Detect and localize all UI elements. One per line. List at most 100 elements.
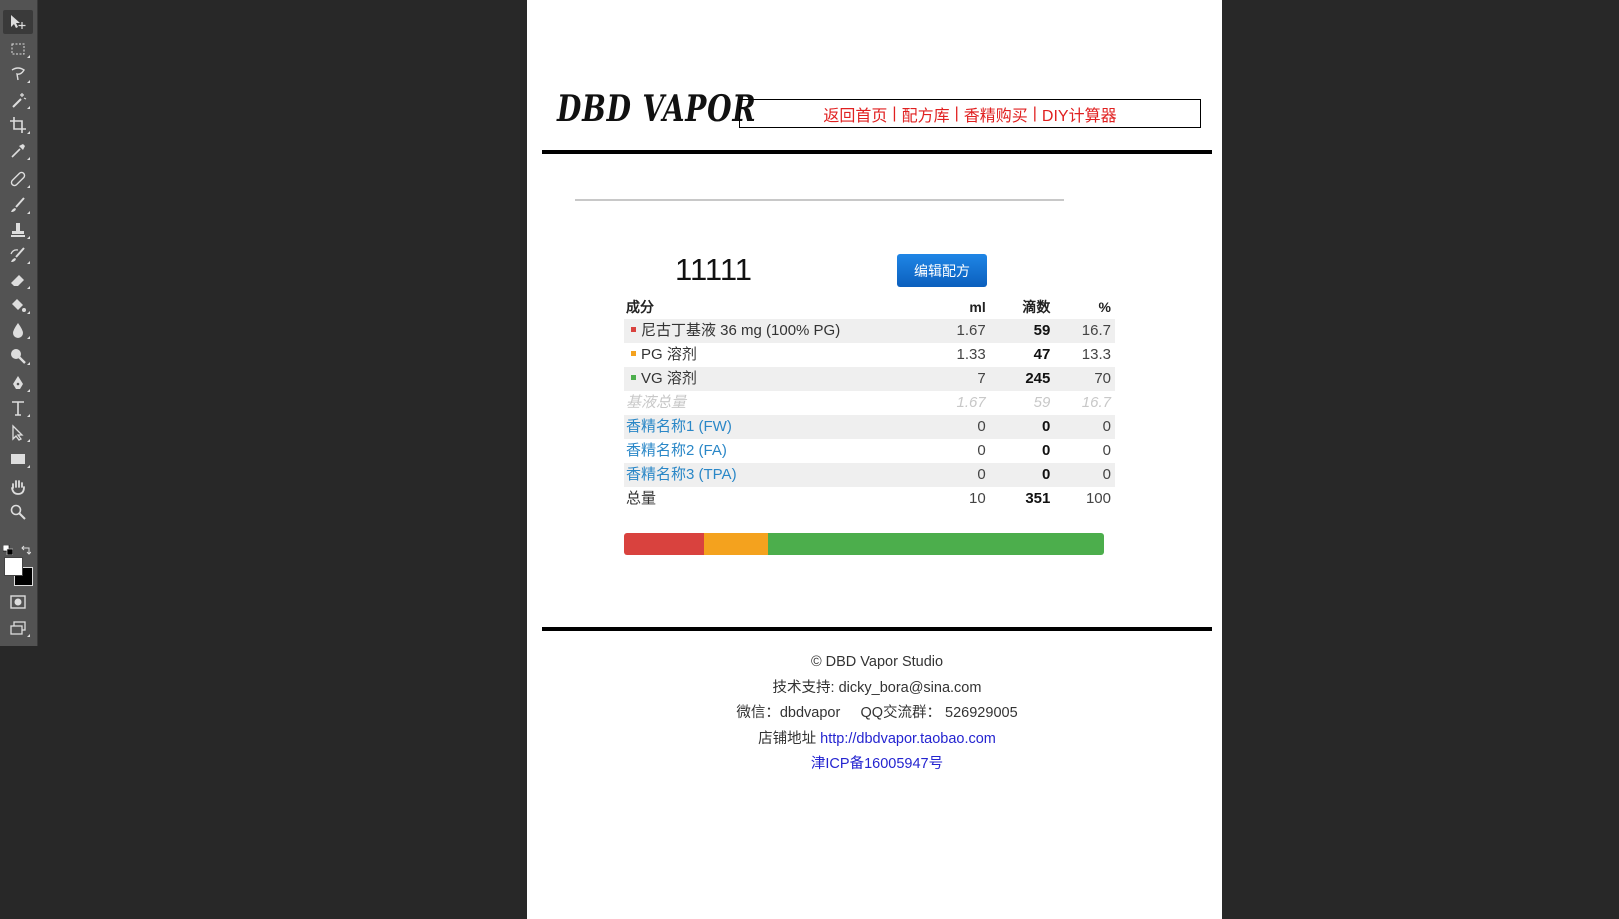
flavor-name-link[interactable]: 香精名称3 (TPA) bbox=[626, 466, 737, 483]
drops-cell: 47 bbox=[1033, 346, 1051, 363]
healing-brush-tool-icon[interactable] bbox=[3, 167, 33, 191]
percent-cell: 13.3 bbox=[1081, 346, 1111, 363]
ingredient-name: 尼古丁基液 36 mg (100% PG) bbox=[641, 322, 841, 339]
dodge-tool-icon[interactable] bbox=[3, 344, 33, 368]
percent-cell: 70 bbox=[1054, 367, 1115, 391]
move-tool-icon[interactable] bbox=[3, 10, 33, 34]
ingredient-color-icon bbox=[631, 351, 636, 356]
web-page: DBD VAPOR 返回首页 | 配方库 | 香精购买 | DIY计算器 111… bbox=[527, 0, 1222, 919]
drops-cell: 59 bbox=[989, 319, 1055, 343]
nav-recipes-link[interactable]: 配方库 bbox=[902, 102, 950, 126]
ingredient-color-icon bbox=[631, 327, 636, 332]
rectangle-tool-icon[interactable] bbox=[3, 447, 33, 471]
ingredient-row: PG 溶剂 1.33 47 13.3 bbox=[624, 343, 1115, 367]
hand-tool-icon[interactable] bbox=[3, 475, 33, 499]
base-subtotal-row: 基液总量 1.67 59 16.7 bbox=[624, 391, 1115, 415]
ingredient-name-cell: VG 溶剂 bbox=[624, 367, 932, 391]
ingredient-name: 基液总量 bbox=[626, 394, 687, 411]
recipe-rows: 尼古丁基液 36 mg (100% PG) 1.67 59 16.7 PG 溶剂 1.33… bbox=[624, 319, 1115, 511]
recipe-table: 成分 ml 滴数 % 尼古丁基液 36 mg (100% PG) 1.67 59 16… bbox=[624, 295, 1115, 511]
paint-bucket-tool-icon[interactable] bbox=[3, 293, 33, 317]
store-label: 店铺地址 bbox=[758, 730, 817, 747]
magic-wand-tool-icon[interactable] bbox=[3, 88, 33, 112]
ml-cell: 10 bbox=[969, 490, 986, 507]
drops-cell: 245 bbox=[989, 367, 1055, 391]
content-divider bbox=[575, 199, 1064, 201]
total-row: 总量 10 351 100 bbox=[624, 487, 1115, 511]
drops-cell: 0 bbox=[989, 415, 1055, 439]
eyedropper-tool-icon[interactable] bbox=[3, 139, 33, 163]
ingredient-row: 尼古丁基液 36 mg (100% PG) 1.67 59 16.7 bbox=[624, 319, 1115, 343]
zoom-tool-icon[interactable] bbox=[3, 500, 33, 524]
wechat-text: 微信：dbdvapor bbox=[736, 705, 841, 721]
crop-tool-icon[interactable] bbox=[3, 113, 33, 137]
pen-tool-icon[interactable] bbox=[3, 371, 33, 395]
nav-diy-calculator-link[interactable]: DIY计算器 bbox=[1042, 102, 1117, 126]
ingredient-name-cell: PG 溶剂 bbox=[624, 343, 932, 367]
color-swatches bbox=[4, 555, 34, 587]
column-header-drops: 滴数 bbox=[1022, 299, 1051, 315]
ingredient-row: 香精名称1 (FW) 0 0 0 bbox=[624, 415, 1115, 439]
footer-divider bbox=[542, 627, 1212, 631]
ml-cell: 1.33 bbox=[956, 346, 986, 363]
ingredient-name-cell: 总量 bbox=[624, 487, 932, 511]
composition-segment bbox=[767, 533, 1104, 555]
clone-stamp-tool-icon[interactable] bbox=[3, 218, 33, 242]
history-brush-tool-icon[interactable] bbox=[3, 243, 33, 267]
qq-group-text: QQ交流群： 526929005 bbox=[860, 705, 1018, 721]
flavor-name-link[interactable]: 香精名称1 (FW) bbox=[626, 418, 732, 435]
copyright-text: © DBD Vapor Studio bbox=[810, 654, 944, 670]
icp-link[interactable]: 津ICP备16005947号 bbox=[811, 756, 943, 772]
nav-home-link[interactable]: 返回首页 bbox=[823, 102, 887, 126]
drops-cell: 0 bbox=[1042, 442, 1051, 459]
tools-panel bbox=[0, 0, 38, 646]
ingredient-name-cell: 香精名称3 (TPA) bbox=[624, 463, 932, 487]
composition-bar bbox=[624, 533, 1104, 555]
percent-cell: 16.7 bbox=[1081, 394, 1111, 411]
ingredient-name-cell: 基液总量 bbox=[624, 391, 932, 415]
nav-flavor-shop-link[interactable]: 香精购买 bbox=[964, 102, 1028, 126]
nav-separator: | bbox=[892, 104, 897, 122]
swap-colors-icon[interactable] bbox=[21, 540, 32, 555]
ml-cell: 1.67 bbox=[956, 394, 986, 411]
ingredient-row: 香精名称2 (FA) 0 0 0 bbox=[624, 439, 1115, 463]
composition-segment bbox=[624, 533, 705, 555]
nav-separator: | bbox=[954, 104, 959, 122]
ml-cell: 0 bbox=[977, 442, 986, 459]
drops-cell: 0 bbox=[989, 463, 1055, 487]
recipe-title: 11111 bbox=[675, 252, 753, 287]
percent-cell: 0 bbox=[1054, 415, 1115, 439]
nav-separator: | bbox=[1032, 104, 1037, 122]
screen-mode-icon[interactable] bbox=[3, 616, 33, 640]
lasso-tool-icon[interactable] bbox=[3, 62, 33, 86]
path-selection-tool-icon[interactable] bbox=[3, 421, 33, 445]
eraser-tool-icon[interactable] bbox=[3, 268, 33, 292]
composition-segment bbox=[704, 533, 768, 555]
ml-cell: 7 bbox=[931, 367, 990, 391]
column-header-percent: % bbox=[1098, 299, 1111, 315]
marquee-tool-icon[interactable] bbox=[3, 37, 33, 61]
site-logo[interactable]: DBD VAPOR bbox=[557, 88, 757, 130]
percent-cell: 0 bbox=[1102, 442, 1111, 459]
flavor-name-link[interactable]: 香精名称2 (FA) bbox=[626, 442, 727, 459]
ingredient-color-icon bbox=[631, 375, 636, 380]
foreground-color-swatch[interactable] bbox=[4, 557, 23, 576]
edit-recipe-button[interactable]: 编辑配方 bbox=[897, 254, 987, 287]
ingredient-row: VG 溶剂 7 245 70 bbox=[624, 367, 1115, 391]
ingredient-name: 总量 bbox=[626, 490, 657, 507]
column-header-ml: ml bbox=[969, 299, 986, 315]
type-tool-icon[interactable] bbox=[3, 396, 33, 420]
percent-cell: 16.7 bbox=[1054, 319, 1115, 343]
quick-mask-icon[interactable] bbox=[3, 590, 33, 614]
blur-tool-icon[interactable] bbox=[3, 318, 33, 342]
brush-tool-icon[interactable] bbox=[3, 193, 33, 217]
percent-cell: 100 bbox=[1085, 490, 1111, 507]
ingredient-row: 香精名称3 (TPA) 0 0 0 bbox=[624, 463, 1115, 487]
ingredient-name-cell: 尼古丁基液 36 mg (100% PG) bbox=[624, 319, 932, 343]
header-divider bbox=[542, 150, 1212, 154]
store-link[interactable]: http://dbdvapor.taobao.com bbox=[820, 731, 996, 747]
default-colors-icon[interactable] bbox=[2, 540, 14, 556]
column-header-name: 成分 bbox=[626, 299, 654, 315]
ml-cell: 1.67 bbox=[931, 319, 990, 343]
drops-cell: 351 bbox=[1025, 490, 1051, 507]
